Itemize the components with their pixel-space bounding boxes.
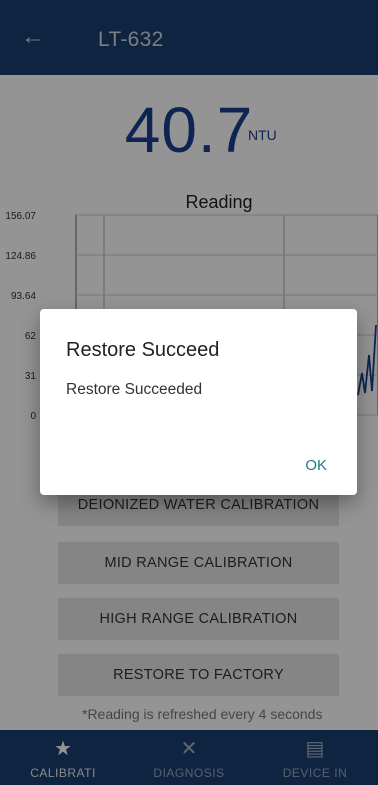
app-screen: ← LT-632 40.7 NTU Reading 156.07 124.86 93… bbox=[0, 0, 378, 785]
restore-dialog: Restore Succeed Restore Succeeded OK bbox=[40, 309, 357, 495]
ok-button[interactable]: OK bbox=[305, 457, 327, 474]
dialog-message: Restore Succeeded bbox=[66, 381, 203, 398]
dialog-title: Restore Succeed bbox=[66, 339, 220, 361]
